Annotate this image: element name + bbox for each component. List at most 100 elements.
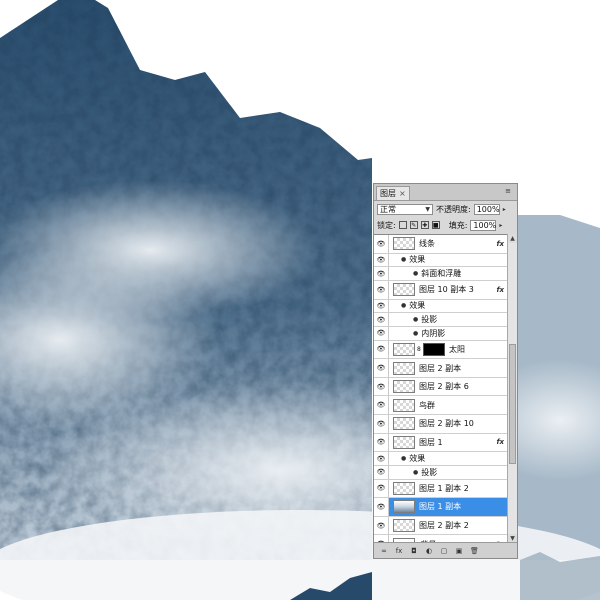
visibility-eye-icon[interactable]: 👁 bbox=[374, 433, 389, 452]
layer-row[interactable]: 👁 图层 2 副本 2 bbox=[374, 516, 507, 536]
effect-name: 内阴影 bbox=[421, 328, 446, 338]
fill-field[interactable]: 100% bbox=[470, 219, 497, 231]
layer-mask-thumbnail[interactable] bbox=[423, 342, 445, 356]
effect-eye-icon[interactable]: ● bbox=[401, 256, 406, 263]
layer-row[interactable]: 👁 8 太阳 bbox=[374, 340, 507, 360]
layer-name: 图层 2 副本 10 bbox=[419, 419, 474, 429]
link-layers-icon[interactable]: ∞ bbox=[380, 547, 388, 555]
layer-thumbnail[interactable] bbox=[393, 481, 415, 495]
layer-row[interactable]: 👁 图层 1 fx bbox=[374, 433, 507, 453]
layer-row[interactable]: 👁 线条 fx bbox=[374, 235, 507, 254]
layer-thumbnail[interactable] bbox=[393, 519, 415, 533]
lock-image-icon[interactable]: ✎ bbox=[409, 221, 418, 229]
visibility-eye-icon[interactable]: 👁 bbox=[374, 479, 389, 498]
effects-header-row[interactable]: 👁 ● 效果 bbox=[374, 299, 507, 314]
adjustment-layer-icon[interactable]: ◐ bbox=[425, 547, 433, 555]
visibility-eye-icon[interactable]: 👁 bbox=[374, 253, 389, 267]
effect-name: 效果 bbox=[409, 301, 426, 311]
panel-menu-icon[interactable]: ≡ bbox=[502, 187, 514, 196]
add-style-icon[interactable]: fx bbox=[395, 547, 403, 555]
add-mask-icon[interactable]: ◘ bbox=[410, 547, 418, 555]
visibility-eye-icon[interactable]: 👁 bbox=[374, 299, 389, 313]
layer-thumbnail[interactable] bbox=[393, 237, 415, 251]
visibility-eye-icon[interactable]: 👁 bbox=[374, 498, 389, 516]
visibility-eye-icon[interactable]: 👁 bbox=[374, 326, 389, 340]
visibility-eye-icon[interactable]: 👁 bbox=[374, 313, 389, 326]
fx-icon[interactable]: fx bbox=[496, 438, 504, 446]
effect-item-row[interactable]: 👁 ● 内阴影 bbox=[374, 326, 507, 341]
effect-item-row[interactable]: 👁 ● 斜面和浮雕 bbox=[374, 267, 507, 281]
layer-row[interactable]: 👁 鸟群 bbox=[374, 396, 507, 415]
opacity-field[interactable]: 100% bbox=[473, 203, 500, 215]
effect-name: 效果 bbox=[409, 454, 426, 464]
layer-thumbnail[interactable] bbox=[393, 380, 415, 394]
effect-eye-icon[interactable]: ● bbox=[413, 330, 418, 337]
effect-name: 投影 bbox=[421, 467, 438, 477]
visibility-eye-icon[interactable]: 👁 bbox=[374, 267, 389, 280]
blend-mode-value: 正常 bbox=[380, 204, 396, 214]
scroll-up-icon[interactable]: ▲ bbox=[508, 234, 517, 243]
effect-eye-icon[interactable]: ● bbox=[413, 469, 418, 476]
effect-item-row[interactable]: 👁 ● 投影 bbox=[374, 313, 507, 327]
effect-eye-icon[interactable]: ● bbox=[401, 455, 406, 462]
visibility-eye-icon[interactable]: 👁 bbox=[374, 340, 389, 359]
trash-icon[interactable]: 🗑 bbox=[470, 547, 479, 555]
opacity-arrow-icon[interactable]: ▸ bbox=[503, 206, 506, 213]
visibility-eye-icon[interactable]: 👁 bbox=[374, 280, 389, 299]
effects-header-row[interactable]: 👁 ● 效果 bbox=[374, 452, 507, 466]
tab-layers[interactable]: 图层 × bbox=[376, 186, 410, 200]
layer-name: 图层 2 副本 6 bbox=[419, 382, 469, 392]
effect-eye-icon[interactable]: ● bbox=[401, 302, 406, 309]
layer-thumbnail[interactable] bbox=[393, 417, 415, 431]
fill-arrow-icon[interactable]: ▸ bbox=[499, 222, 502, 229]
fx-icon[interactable]: fx bbox=[496, 286, 504, 294]
visibility-eye-icon[interactable]: 👁 bbox=[374, 465, 389, 479]
layer-thumbnail[interactable] bbox=[393, 398, 415, 412]
chevron-down-icon: ▼ bbox=[425, 205, 430, 213]
panel-footer: ∞ fx ◘ ◐ ▢ ▣ 🗑 bbox=[374, 542, 517, 558]
effect-name: 投影 bbox=[421, 315, 438, 325]
visibility-eye-icon[interactable]: 👁 bbox=[374, 235, 389, 253]
layer-thumbnail[interactable] bbox=[393, 283, 415, 297]
chain-link-icon[interactable]: 8 bbox=[417, 346, 421, 353]
layer-row[interactable]: 👁 图层 2 副本 6 bbox=[374, 377, 507, 397]
layer-thumbnail[interactable] bbox=[393, 435, 415, 449]
visibility-eye-icon[interactable]: 👁 bbox=[374, 377, 389, 396]
close-icon[interactable]: × bbox=[399, 189, 406, 198]
lock-position-icon[interactable]: ✚ bbox=[420, 221, 429, 229]
blend-mode-select[interactable]: 正常 ▼ bbox=[377, 203, 433, 215]
lock-transparent-icon[interactable] bbox=[398, 221, 407, 229]
lock-all-icon[interactable]: ■ bbox=[431, 221, 440, 229]
layer-name: 图层 1 副本 2 bbox=[419, 483, 469, 493]
layer-name: 图层 10 副本 3 bbox=[419, 285, 474, 295]
layer-list-scrollbar[interactable]: ▲ ▼ bbox=[507, 234, 517, 543]
layer-thumbnail[interactable] bbox=[393, 500, 415, 514]
visibility-eye-icon[interactable]: 👁 bbox=[374, 359, 389, 377]
effect-eye-icon[interactable]: ● bbox=[413, 270, 418, 277]
visibility-eye-icon[interactable]: 👁 bbox=[374, 452, 389, 465]
effects-header-row[interactable]: 👁 ● 效果 bbox=[374, 253, 507, 268]
layers-panel: 图层 × ≡ 正常 ▼ 不透明度: 100% ▸ 锁定: ✎ ✚ ■ 填充: 1… bbox=[373, 183, 518, 559]
layer-row[interactable]: 👁 图层 1 副本 bbox=[374, 498, 507, 517]
effect-name: 斜面和浮雕 bbox=[421, 269, 462, 279]
new-group-icon[interactable]: ▢ bbox=[440, 547, 448, 555]
layer-thumbnail[interactable] bbox=[393, 361, 415, 375]
effect-name: 效果 bbox=[409, 255, 426, 265]
layer-row[interactable]: 👁 图层 2 副本 10 bbox=[374, 415, 507, 434]
layer-row[interactable]: 👁 图层 2 副本 bbox=[374, 359, 507, 378]
layer-row[interactable]: 👁 图层 1 副本 2 bbox=[374, 479, 507, 499]
effect-eye-icon[interactable]: ● bbox=[413, 316, 418, 323]
fill-value: 100% bbox=[473, 220, 497, 230]
visibility-eye-icon[interactable]: 👁 bbox=[374, 415, 389, 433]
layer-name: 图层 2 副本 bbox=[419, 363, 462, 373]
layer-name: 线条 bbox=[419, 239, 435, 249]
visibility-eye-icon[interactable]: 👁 bbox=[374, 516, 389, 535]
layer-row[interactable]: 👁 图层 10 副本 3 fx bbox=[374, 280, 507, 300]
visibility-eye-icon[interactable]: 👁 bbox=[374, 396, 389, 414]
scrollbar-thumb[interactable] bbox=[509, 344, 516, 464]
layer-thumbnail[interactable] bbox=[393, 342, 415, 356]
opacity-label: 不透明度: bbox=[436, 204, 471, 214]
new-layer-icon[interactable]: ▣ bbox=[455, 547, 463, 555]
effect-item-row[interactable]: 👁 ● 投影 bbox=[374, 465, 507, 480]
fx-icon[interactable]: fx bbox=[496, 240, 504, 248]
